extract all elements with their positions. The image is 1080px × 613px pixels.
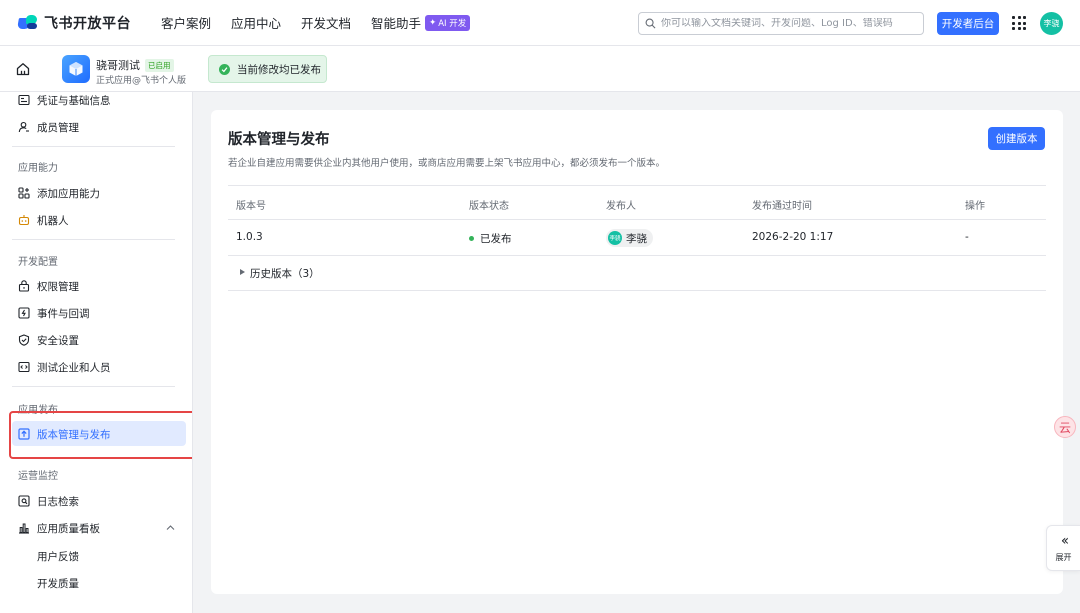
sidebar-item-security[interactable]: 安全设置 xyxy=(18,331,79,349)
app-cube-icon[interactable] xyxy=(62,55,90,83)
chevron-up-icon[interactable] xyxy=(166,524,175,531)
expand-panel-button[interactable]: ‹‹ 展开 xyxy=(1046,525,1080,571)
robot-icon xyxy=(18,215,30,226)
code-box-icon xyxy=(18,361,30,373)
nav-item-assistant-label: 智能助手 xyxy=(371,16,422,31)
ai-badge: ✦ AI 开发 xyxy=(425,14,471,31)
sidebar-item-label: 日志检索 xyxy=(37,495,79,508)
sparkle-icon: ✦ xyxy=(429,17,437,28)
sidebar-item-quality-board[interactable]: 应用质量看板 xyxy=(18,519,178,537)
shield-icon xyxy=(18,334,30,346)
row-action: - xyxy=(965,231,969,243)
sidebar-item-label: 成员管理 xyxy=(37,121,79,134)
nav-item-cases[interactable]: 客户案例 xyxy=(161,13,211,32)
table-header: 版本号 版本状态 发布人 发布通过时间 操作 xyxy=(228,185,1046,220)
sidebar-item-add-ability[interactable]: 添加应用能力 xyxy=(18,184,100,202)
sidebar-group-ops: 运营监控 xyxy=(18,471,58,482)
user-avatar[interactable]: 李骁 xyxy=(1040,12,1063,35)
search-icon xyxy=(645,18,656,29)
history-versions-toggle[interactable]: 历史版本（3） xyxy=(228,256,1046,291)
sidebar-subitem-user-feedback[interactable]: 用户反馈 xyxy=(37,549,79,564)
sidebar-item-label: 机器人 xyxy=(37,214,69,227)
publisher-chip[interactable]: 李骁 李骁 xyxy=(606,229,653,247)
logo-text: 飞书开放平台 xyxy=(44,15,131,32)
nav-item-app-center[interactable]: 应用中心 xyxy=(231,13,281,32)
sidebar: 凭证与基础信息 成员管理 应用能力 添加应用能力 机器人 开发配置 权限管理 事… xyxy=(0,92,193,613)
highlight-annotation xyxy=(9,411,192,459)
column-header-version: 版本号 xyxy=(236,201,266,212)
top-navigation: 飞书开放平台 客户案例 应用中心 开发文档 智能助手 ✦AI 开发 开发者后台 … xyxy=(0,0,1080,46)
table-row[interactable]: 1.0.3 已发布 李骁 李骁 2026-2-20 1:17 - xyxy=(228,220,1046,256)
lock-icon xyxy=(18,280,30,292)
version-management-card: 版本管理与发布 若企业自建应用需要供企业内其他用户使用，或商店应用需要上架飞书应… xyxy=(211,110,1063,594)
search-box[interactable] xyxy=(638,12,924,35)
sidebar-item-bot[interactable]: 机器人 xyxy=(18,211,69,229)
bar-chart-icon xyxy=(19,523,29,534)
sidebar-item-test-enterprise[interactable]: 测试企业和人员 xyxy=(18,358,111,376)
version-number: 1.0.3 xyxy=(236,231,263,243)
platform-logo[interactable]: 飞书开放平台 xyxy=(17,13,131,33)
column-header-action: 操作 xyxy=(965,201,985,212)
id-card-icon xyxy=(18,94,30,106)
version-status-text: 已发布 xyxy=(480,233,512,245)
check-circle-icon xyxy=(219,63,230,75)
nav-item-docs[interactable]: 开发文档 xyxy=(301,13,351,32)
log-search-icon xyxy=(18,495,30,507)
column-header-time: 发布通过时间 xyxy=(752,201,812,212)
sidebar-item-events[interactable]: 事件与回调 xyxy=(18,304,90,322)
sidebar-divider xyxy=(12,146,175,147)
developer-console-button[interactable]: 开发者后台 xyxy=(937,12,999,35)
ai-badge-label: AI 开发 xyxy=(438,18,467,29)
sidebar-item-label: 应用质量看板 xyxy=(37,522,100,535)
version-status: 已发布 xyxy=(469,231,512,246)
published-notice-text: 当前修改均已发布 xyxy=(237,63,321,76)
app-subtitle: 正式应用@飞书个人版 xyxy=(96,76,187,86)
create-version-button[interactable]: 创建版本 xyxy=(988,127,1045,150)
history-versions-label: 历史版本（3） xyxy=(250,268,320,280)
app-name: 骁哥测试 已启用 xyxy=(96,57,174,73)
nav-item-assistant[interactable]: 智能助手 ✦ AI 开发 xyxy=(371,13,471,32)
floating-assistant-icon[interactable]: 云 xyxy=(1054,416,1076,438)
sidebar-group-abilities: 应用能力 xyxy=(18,163,58,174)
app-status-badge: 已启用 xyxy=(145,58,174,72)
app-header: 骁哥测试 已启用 正式应用@飞书个人版 当前修改均已发布 xyxy=(0,46,1080,92)
sidebar-group-dev-config: 开发配置 xyxy=(18,257,58,268)
sidebar-item-label: 添加应用能力 xyxy=(37,187,100,200)
column-header-publisher: 发布人 xyxy=(606,201,636,212)
published-notice: 当前修改均已发布 xyxy=(208,55,327,83)
publish-time: 2026-2-20 1:17 xyxy=(752,231,834,243)
feishu-logo-icon xyxy=(17,14,38,31)
sidebar-item-label: 权限管理 xyxy=(37,280,79,293)
sidebar-item-members[interactable]: 成员管理 xyxy=(18,118,79,136)
column-header-status: 版本状态 xyxy=(469,201,509,212)
sidebar-item-label: 安全设置 xyxy=(37,334,79,347)
home-icon[interactable] xyxy=(16,62,30,76)
user-icon xyxy=(18,121,29,133)
sidebar-divider xyxy=(12,386,175,387)
sidebar-item-log-search[interactable]: 日志检索 xyxy=(18,492,79,510)
add-grid-icon xyxy=(18,187,30,199)
sidebar-divider xyxy=(12,239,175,240)
event-icon xyxy=(18,307,30,319)
expand-label: 展开 xyxy=(1055,552,1072,562)
sidebar-item-label: 凭证与基础信息 xyxy=(37,94,111,107)
status-dot-icon xyxy=(469,236,474,241)
apps-grid-icon[interactable] xyxy=(1012,16,1026,30)
app-name-text: 骁哥测试 xyxy=(96,59,140,72)
search-input[interactable] xyxy=(661,18,911,29)
page-title: 版本管理与发布 xyxy=(228,132,330,148)
sidebar-item-label: 事件与回调 xyxy=(37,307,90,320)
page-description: 若企业自建应用需要供企业内其他用户使用，或商店应用需要上架飞书应用中心，都必须发… xyxy=(228,158,666,169)
version-table: 版本号 版本状态 发布人 发布通过时间 操作 1.0.3 已发布 李骁 李骁 2… xyxy=(228,185,1046,291)
publisher-name: 李骁 xyxy=(626,232,647,245)
sidebar-item-permissions[interactable]: 权限管理 xyxy=(18,277,79,295)
publisher-avatar: 李骁 xyxy=(608,231,622,245)
caret-right-icon xyxy=(240,269,245,275)
sidebar-item-credentials[interactable]: 凭证与基础信息 xyxy=(18,92,111,109)
sidebar-item-label: 测试企业和人员 xyxy=(37,361,111,374)
sidebar-subitem-dev-quality[interactable]: 开发质量 xyxy=(37,576,79,591)
double-chevron-left-icon: ‹‹ xyxy=(1060,532,1069,549)
